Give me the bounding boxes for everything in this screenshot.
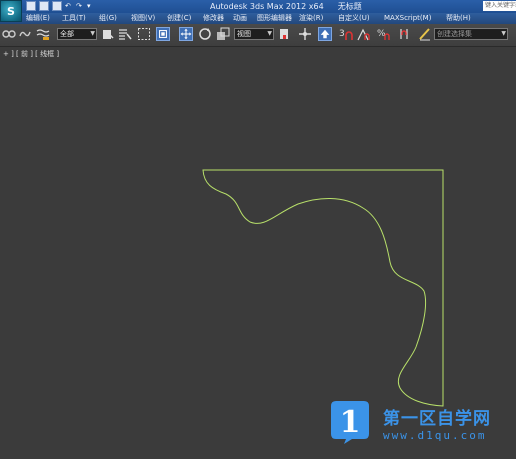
app-logo-icon: S: [7, 4, 15, 18]
spline-shape[interactable]: [202, 169, 444, 407]
shape-layer: [202, 169, 444, 407]
watermark-title: 第一区自学网: [383, 409, 491, 429]
watermark-logo-icon: 1: [331, 401, 369, 444]
application-button[interactable]: S: [0, 0, 22, 22]
watermark-url: www.d1qu.com: [383, 429, 487, 442]
watermark-logo-char: 1: [340, 405, 361, 440]
